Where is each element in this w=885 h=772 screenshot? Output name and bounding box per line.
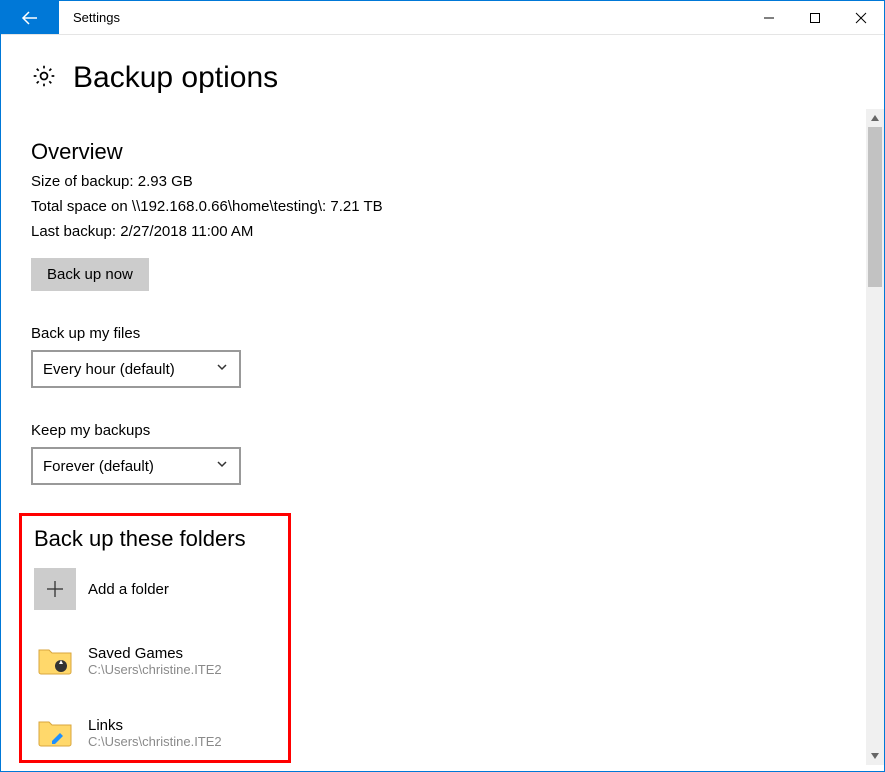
folder-item[interactable]: Saved Games C:\Users\christine.ITE2 [34, 634, 276, 688]
titlebar-spacer [134, 1, 746, 34]
backup-frequency-dropdown[interactable]: Every hour (default) [31, 350, 241, 388]
overview-section: Overview Size of backup: 2.93 GB Total s… [31, 139, 834, 291]
vertical-scrollbar[interactable] [866, 109, 884, 765]
chevron-down-icon [215, 360, 229, 378]
gear-icon [31, 63, 57, 94]
back-button[interactable] [1, 1, 59, 34]
backup-folders-highlight: Back up these folders Add a folder [19, 513, 291, 763]
add-folder-label: Add a folder [88, 581, 169, 598]
title-bar: Settings [1, 1, 884, 35]
minimize-button[interactable] [746, 1, 792, 34]
folder-name: Saved Games [88, 645, 222, 662]
total-space-line: Total space on \\192.168.0.66\home\testi… [31, 198, 834, 215]
content-area: Overview Size of backup: 2.93 GB Total s… [1, 109, 864, 765]
backup-folders-heading: Back up these folders [34, 526, 276, 552]
overview-heading: Overview [31, 139, 834, 165]
keep-backups-label: Keep my backups [31, 422, 834, 439]
window-title: Settings [59, 1, 134, 34]
keep-backups-group: Keep my backups Forever (default) [31, 422, 834, 485]
chevron-down-icon [215, 457, 229, 475]
window-controls [746, 1, 884, 34]
close-button[interactable] [838, 1, 884, 34]
folder-item[interactable]: Links C:\Users\christine.ITE2 [34, 706, 276, 760]
maximize-button[interactable] [792, 1, 838, 34]
scroll-thumb[interactable] [868, 127, 882, 287]
page-title: Backup options [73, 61, 278, 95]
backup-frequency-value: Every hour (default) [43, 361, 175, 378]
folder-icon [34, 640, 76, 682]
keep-backups-value: Forever (default) [43, 458, 154, 475]
backup-size-line: Size of backup: 2.93 GB [31, 173, 834, 190]
last-backup-line: Last backup: 2/27/2018 11:00 AM [31, 223, 834, 240]
backup-now-button[interactable]: Back up now [31, 258, 149, 291]
folder-icon [34, 712, 76, 754]
maximize-icon [809, 12, 821, 24]
scroll-up-arrow-icon[interactable] [866, 109, 884, 127]
close-icon [855, 12, 867, 24]
content-wrap: Overview Size of backup: 2.93 GB Total s… [1, 109, 884, 765]
page-header: Backup options [1, 35, 884, 109]
folder-path: C:\Users\christine.ITE2 [88, 734, 222, 749]
backup-frequency-label: Back up my files [31, 325, 834, 342]
back-arrow-icon [20, 8, 40, 28]
backup-frequency-group: Back up my files Every hour (default) [31, 325, 834, 388]
minimize-icon [763, 12, 775, 24]
scroll-down-arrow-icon[interactable] [866, 747, 884, 765]
folder-name: Links [88, 717, 222, 734]
plus-icon [34, 568, 76, 610]
keep-backups-dropdown[interactable]: Forever (default) [31, 447, 241, 485]
add-folder-button[interactable]: Add a folder [34, 562, 276, 616]
folder-path: C:\Users\christine.ITE2 [88, 662, 222, 677]
